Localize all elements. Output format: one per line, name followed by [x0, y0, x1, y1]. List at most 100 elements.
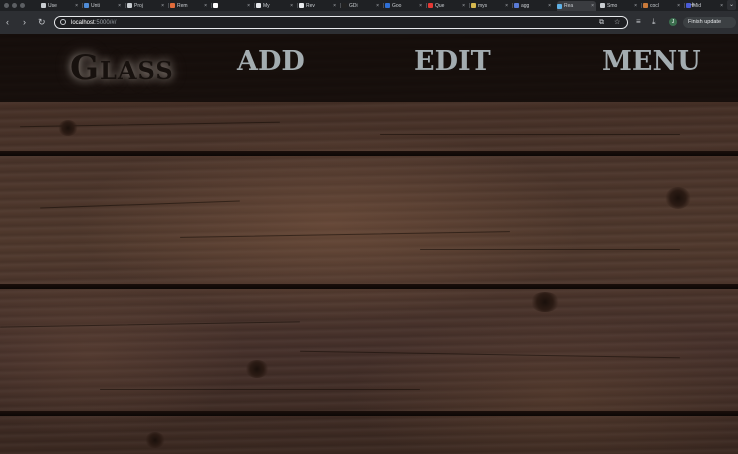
- browser-tab[interactable]: Proj ×: [127, 1, 166, 10]
- tab-close-icon[interactable]: ×: [677, 3, 680, 9]
- cast-icon[interactable]: ⧉: [599, 18, 604, 28]
- browser-tab[interactable]: ×: [213, 1, 252, 10]
- browser-tab[interactable]: Que ×: [428, 1, 467, 10]
- wood-grain: [180, 231, 510, 238]
- tab-close-icon[interactable]: ×: [204, 3, 207, 9]
- wood-grain: [40, 200, 240, 209]
- tab-close-icon[interactable]: ×: [75, 3, 78, 9]
- browser-toolbar: ‹ › ↻ localhost:5000/#/ ⧉ ☆ ≡ ⤓ J Finish…: [0, 11, 738, 34]
- site-info-icon[interactable]: [60, 19, 66, 25]
- tab-title: Mid: [693, 2, 702, 9]
- profile-avatar[interactable]: J: [669, 18, 677, 26]
- tab-search-icon[interactable]: ⌄: [727, 0, 736, 10]
- tab-separator: [211, 3, 212, 8]
- wood-grain: [420, 249, 680, 250]
- nav-add-link[interactable]: ADD: [237, 46, 305, 78]
- browser-tab[interactable]: GDi ×: [342, 1, 381, 10]
- tab-close-icon[interactable]: ×: [419, 3, 422, 9]
- site-header: Glass ADD EDIT MENU: [0, 34, 738, 102]
- nav-menu-link[interactable]: MENU: [602, 46, 701, 78]
- tab-strip: Use × Unti × Proj × Rem × × My × Rev × GDi × Goo × Que × my…: [0, 0, 738, 11]
- tab-close-icon[interactable]: ×: [634, 3, 637, 9]
- reload-icon[interactable]: ↻: [38, 17, 46, 27]
- address-host: localhost: [71, 20, 95, 26]
- minimize-window-dot[interactable]: [12, 3, 17, 8]
- bookmark-star-icon[interactable]: ☆: [614, 18, 620, 28]
- browser-tab[interactable]: My ×: [256, 1, 295, 10]
- wood-knot: [245, 360, 269, 378]
- forward-icon[interactable]: ›: [23, 17, 26, 27]
- browser-tab[interactable]: cocl ×: [643, 1, 682, 10]
- tab-separator: [641, 3, 642, 8]
- download-icon[interactable]: ⤓: [652, 17, 656, 27]
- wood-grain: [380, 134, 680, 135]
- tab-favicon-icon: [385, 3, 390, 8]
- tab-close-icon[interactable]: ×: [376, 3, 379, 9]
- browser-tab[interactable]: Goo ×: [385, 1, 424, 10]
- wood-knot: [665, 187, 691, 209]
- tab-favicon-icon: [170, 3, 175, 8]
- tab-close-icon[interactable]: ×: [290, 3, 293, 9]
- tab-title: Goo: [392, 2, 402, 9]
- finish-update-button[interactable]: Finish update: [683, 17, 736, 28]
- tab-separator: [340, 3, 341, 8]
- tab-title: Rea: [564, 3, 574, 9]
- back-icon[interactable]: ‹: [6, 17, 9, 27]
- tab-close-icon[interactable]: ×: [548, 3, 551, 9]
- site-logo[interactable]: Glass: [70, 48, 174, 88]
- tab-close-icon[interactable]: ×: [118, 3, 121, 9]
- tab-close-icon[interactable]: ×: [247, 3, 250, 9]
- browser-tab[interactable]: mys ×: [471, 1, 510, 10]
- tab-title: cocl: [650, 2, 659, 9]
- browser-tab[interactable]: Unti ×: [84, 1, 123, 10]
- tab-close-icon[interactable]: ×: [505, 3, 508, 9]
- tab-favicon-icon: [342, 3, 347, 8]
- wood-knot: [145, 432, 165, 448]
- browser-tab[interactable]: Rem ×: [170, 1, 209, 10]
- tab-separator: [383, 3, 384, 8]
- plank-seam: [0, 411, 738, 416]
- wood-grain: [100, 389, 420, 390]
- address-bar[interactable]: localhost:5000/#/ ⧉ ☆: [54, 16, 628, 29]
- browser-tab[interactable]: Rev ×: [299, 1, 338, 10]
- tab-favicon-icon: [213, 3, 218, 8]
- browser-tab[interactable]: Rea ×: [557, 1, 596, 11]
- tab-separator: [426, 3, 427, 8]
- tab-close-icon[interactable]: ×: [591, 3, 594, 9]
- close-window-dot[interactable]: [4, 3, 9, 8]
- wood-grain: [0, 321, 300, 328]
- maximize-window-dot[interactable]: [20, 3, 25, 8]
- page-viewport: Glass ADD EDIT MENU: [0, 34, 738, 454]
- tab-favicon-icon: [557, 3, 562, 9]
- tab-favicon-icon: [256, 3, 261, 8]
- tab-title: Smo: [607, 2, 618, 9]
- tab-title: agg: [521, 2, 530, 9]
- browser-tab[interactable]: agg ×: [514, 1, 553, 10]
- tab-close-icon[interactable]: ×: [720, 3, 723, 9]
- tab-title: Use: [48, 2, 57, 9]
- new-tab-button[interactable]: +: [690, 0, 695, 10]
- tab-separator: [168, 3, 169, 8]
- tab-separator: [684, 3, 685, 8]
- tab-title: mys: [478, 2, 488, 9]
- tab-groups-icon[interactable]: ≡: [636, 17, 641, 27]
- tab-separator: [469, 3, 470, 8]
- nav-edit-link[interactable]: EDIT: [414, 46, 491, 78]
- tab-favicon-icon: [514, 3, 519, 8]
- wood-grain: [300, 350, 680, 359]
- address-url[interactable]: localhost:5000/#/: [71, 18, 116, 28]
- tab-favicon-icon: [41, 3, 46, 8]
- tab-separator: [254, 3, 255, 8]
- tab-favicon-icon: [428, 3, 433, 8]
- browser-tab[interactable]: Smo ×: [600, 1, 639, 10]
- tab-separator: [125, 3, 126, 8]
- tab-title: Que: [435, 2, 445, 9]
- tab-close-icon[interactable]: ×: [462, 3, 465, 9]
- tab-close-icon[interactable]: ×: [161, 3, 164, 9]
- tab-close-icon[interactable]: ×: [333, 3, 336, 9]
- tab-separator: [297, 3, 298, 8]
- plank-seam: [0, 284, 738, 289]
- tab-title: Rev: [306, 2, 315, 9]
- tab-separator: [82, 3, 83, 8]
- browser-tab[interactable]: Use ×: [41, 1, 80, 10]
